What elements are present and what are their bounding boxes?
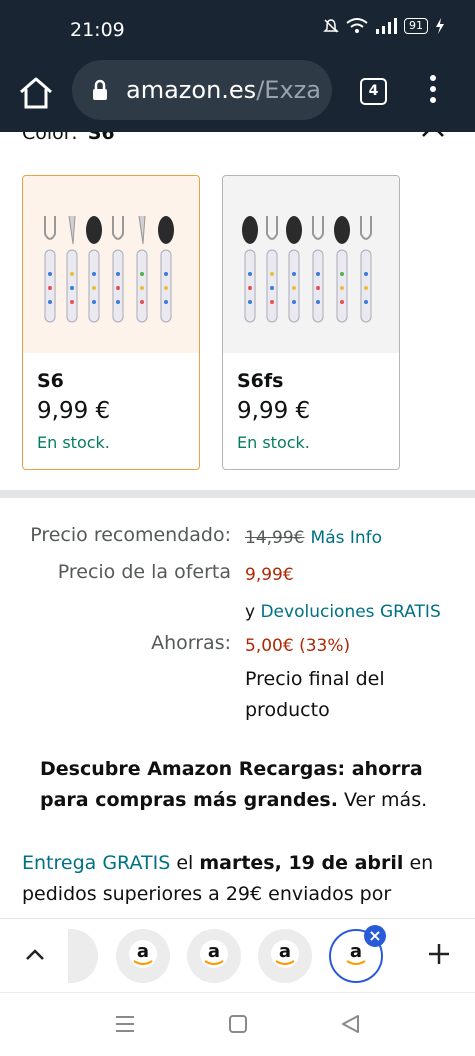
- address-bar[interactable]: amazon.es/Exza: [72, 60, 332, 120]
- cutlery-set-image: [44, 215, 174, 323]
- status-icons: 91: [323, 18, 445, 34]
- variant-price: 9,99 €: [37, 398, 111, 424]
- home-icon[interactable]: [18, 76, 54, 110]
- product-image: [23, 176, 199, 353]
- variant-card-s6[interactable]: S6 9,99 € En stock.: [22, 175, 200, 470]
- chevron-up-icon[interactable]: [418, 132, 448, 140]
- delivery-info: Entrega GRATIS el martes, 19 de abril en…: [22, 848, 452, 910]
- system-nav-bar: [0, 992, 475, 1056]
- savings-label: Ahorras:: [151, 632, 231, 654]
- status-time: 21:09: [70, 19, 125, 41]
- page-content: Color: S6 S6 9,99 € En stock. S6fs 9,99 …: [0, 132, 475, 918]
- offer-price-value: 9,99€: [245, 565, 294, 585]
- close-tab-icon[interactable]: ×: [364, 925, 386, 947]
- url-text[interactable]: amazon.es/Exza: [126, 76, 321, 104]
- more-info-link[interactable]: Más Info: [311, 528, 383, 548]
- wifi-icon: [346, 18, 368, 33]
- variant-stock: En stock.: [37, 433, 110, 452]
- recargas-promo: Descubre Amazon Recargas: ahorra para co…: [40, 754, 440, 816]
- recommended-price: 14,99€: [245, 528, 305, 548]
- variant-price: 9,99 €: [237, 398, 311, 424]
- url-path: /Exza: [256, 76, 321, 104]
- color-selector-header: Color: S6: [22, 132, 115, 144]
- new-tab-icon[interactable]: [426, 941, 452, 967]
- battery-icon: 91: [404, 18, 428, 34]
- color-label: Color:: [22, 132, 78, 144]
- variant-card-s6fs[interactable]: S6fs 9,99 € En stock.: [222, 175, 400, 470]
- cutlery-set-image: [242, 216, 372, 323]
- tab-switcher-button[interactable]: 4: [360, 78, 387, 105]
- browser-toolbar: amazon.es/Exza 4: [0, 60, 475, 132]
- returns-prefix: y: [245, 602, 256, 622]
- overflow-menu-icon[interactable]: [426, 75, 440, 107]
- mute-icon: [323, 19, 339, 33]
- tab-thumbnail[interactable]: a: [187, 929, 241, 983]
- tab-thumbnail[interactable]: a: [258, 929, 312, 983]
- free-delivery-link[interactable]: Entrega GRATIS: [22, 852, 170, 874]
- delivery-date: martes, 19 de abril: [199, 852, 404, 874]
- variant-name: S6: [37, 370, 64, 392]
- lock-icon: [93, 79, 107, 100]
- chevron-up-icon[interactable]: [24, 946, 46, 962]
- recent-apps-icon[interactable]: [115, 1015, 135, 1033]
- delivery-text: el: [176, 852, 194, 874]
- url-domain: amazon.es: [126, 76, 257, 104]
- tab-group-strip: a a a a ×: [0, 918, 475, 992]
- tab-thumbnail[interactable]: [68, 929, 98, 983]
- savings-value: 5,00€ (33%): [245, 636, 351, 656]
- final-price-line2: producto: [245, 699, 330, 721]
- recommended-price-label: Precio recomendado:: [30, 524, 231, 546]
- free-returns-link[interactable]: Devoluciones GRATIS: [260, 602, 440, 622]
- recommended-price-value: 14,99€ Más Info: [245, 526, 382, 548]
- home-nav-icon[interactable]: [229, 1015, 247, 1033]
- variant-name: S6fs: [237, 370, 284, 392]
- tab-thumbnail[interactable]: a: [116, 929, 170, 983]
- color-value: S6: [87, 132, 115, 144]
- section-divider: [0, 490, 475, 498]
- product-image: [223, 176, 399, 353]
- charging-icon: [436, 18, 444, 34]
- final-price-line1: Precio final del: [245, 668, 385, 690]
- back-icon[interactable]: [340, 1014, 360, 1034]
- offer-price-label: Precio de la oferta: [57, 561, 231, 583]
- variant-stock: En stock.: [237, 433, 310, 452]
- recargas-link[interactable]: Ver más.: [344, 789, 427, 811]
- signal-icon: [376, 18, 397, 34]
- returns-row: y Devoluciones GRATIS: [245, 602, 441, 622]
- status-bar: 21:09 91: [0, 0, 475, 60]
